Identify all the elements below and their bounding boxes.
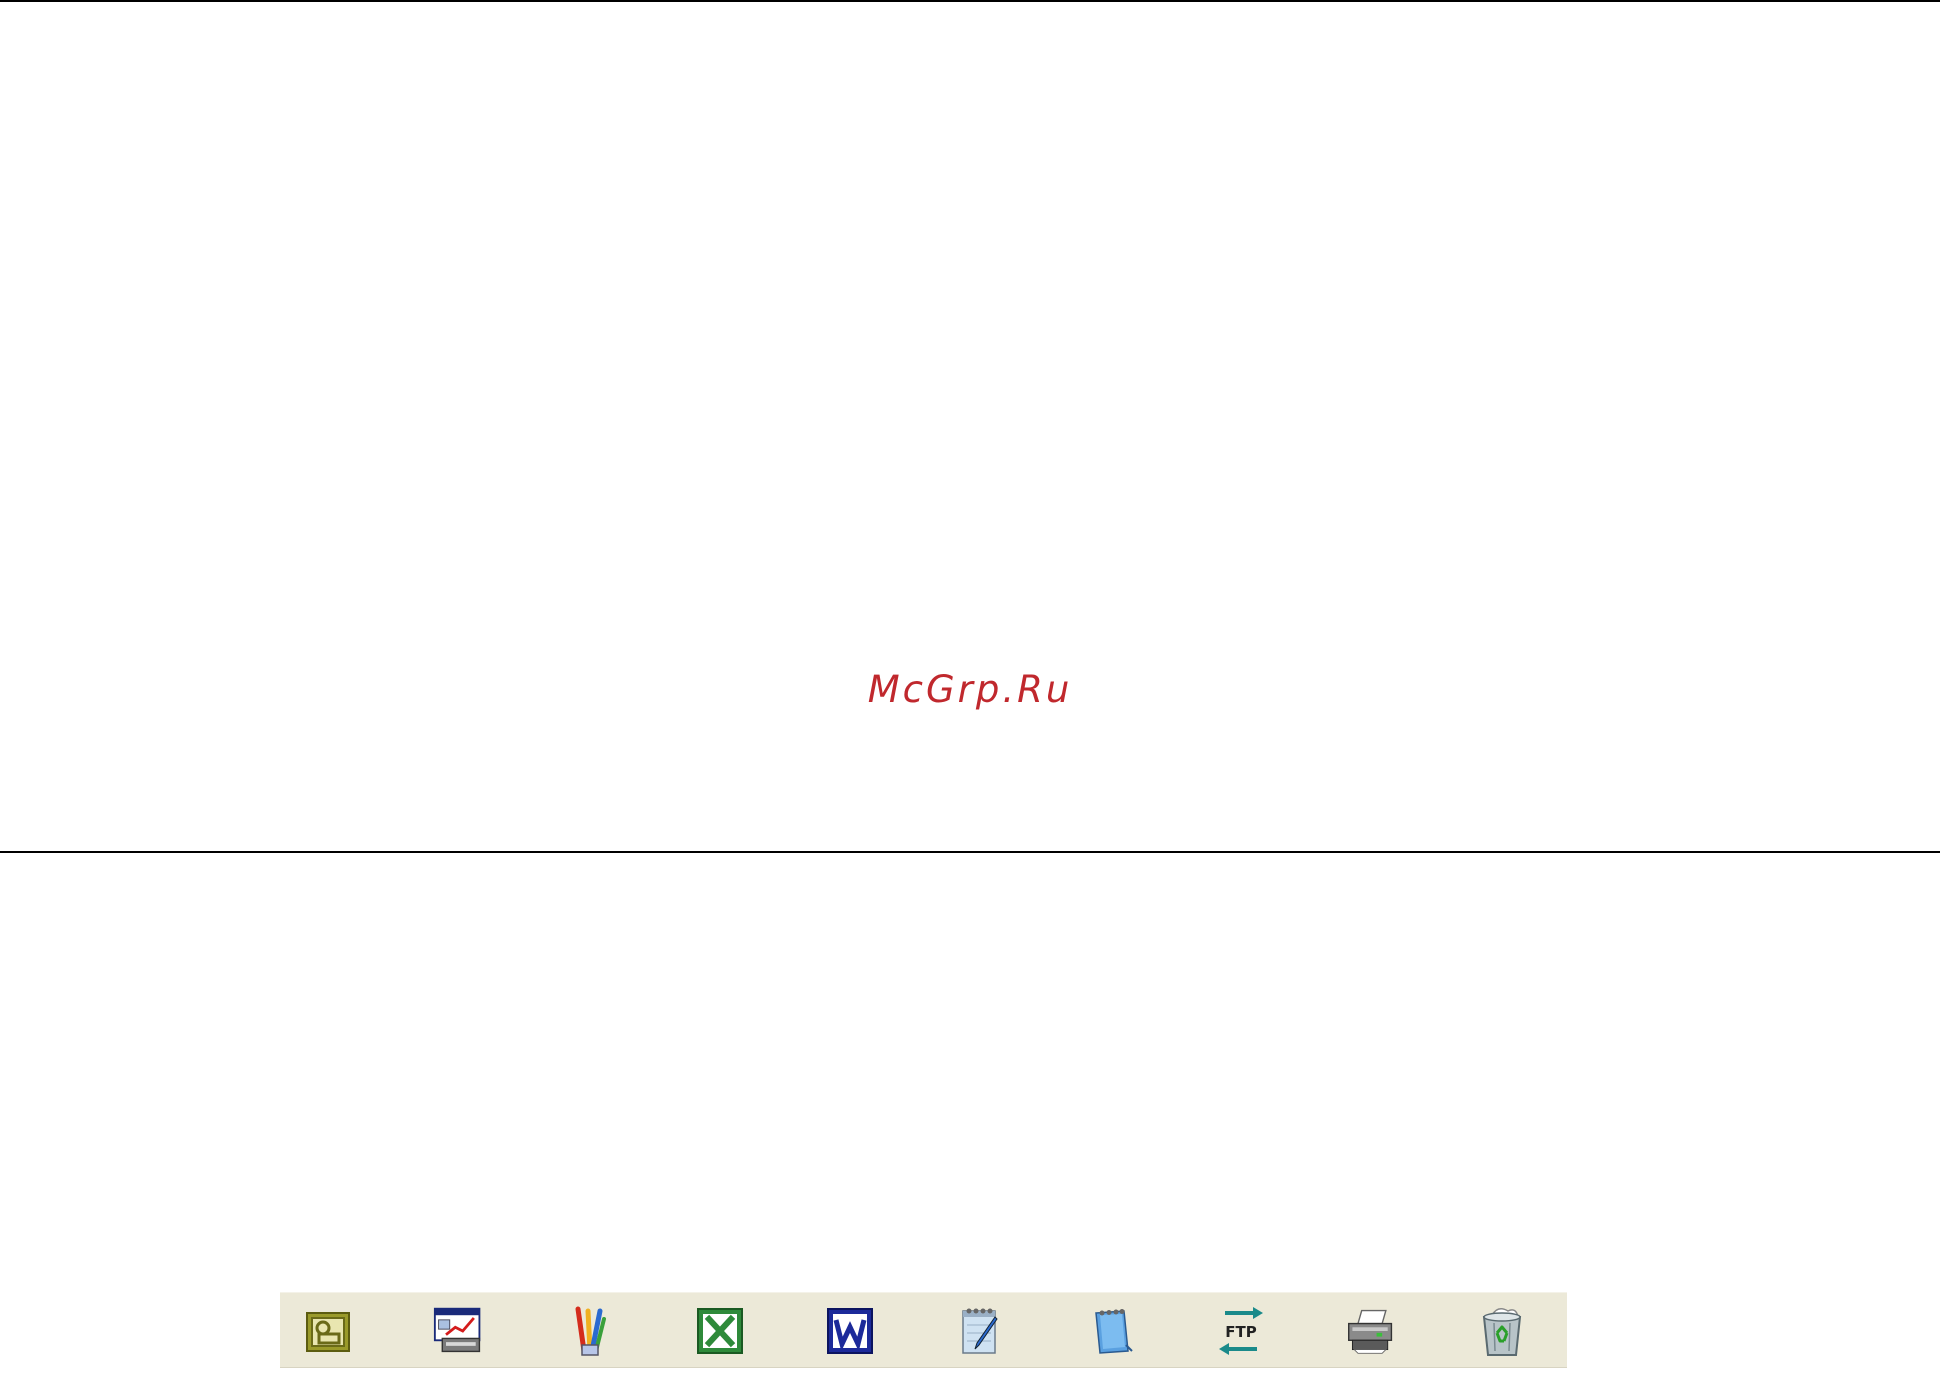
watermark: McGrp.Ru bbox=[867, 668, 1073, 711]
image-viewer-button[interactable] bbox=[303, 1305, 355, 1357]
app-launcher-toolbar: FTP bbox=[280, 1292, 1567, 1368]
recycle-bin-button[interactable] bbox=[1476, 1305, 1528, 1357]
paint-icon bbox=[575, 1306, 606, 1356]
presentation-button[interactable] bbox=[433, 1305, 485, 1357]
printer-button[interactable] bbox=[1345, 1305, 1397, 1357]
spreadsheet-button[interactable] bbox=[694, 1305, 746, 1357]
top-rule bbox=[0, 0, 1940, 2]
image-viewer-icon bbox=[306, 1312, 350, 1352]
printer-icon bbox=[1348, 1309, 1393, 1354]
notebook-button[interactable] bbox=[1085, 1305, 1137, 1357]
paint-button[interactable] bbox=[564, 1305, 616, 1357]
notepad-button[interactable] bbox=[954, 1305, 1006, 1357]
recycle-bin-icon bbox=[1482, 1308, 1522, 1356]
notebook-icon bbox=[1095, 1309, 1133, 1354]
ftp-label: FTP bbox=[1225, 1323, 1256, 1341]
word-processor-button[interactable] bbox=[824, 1305, 876, 1357]
presentation-icon bbox=[433, 1307, 481, 1353]
divider-rule bbox=[0, 851, 1940, 853]
notepad-icon bbox=[962, 1308, 998, 1354]
ftp-icon: FTP bbox=[1219, 1307, 1263, 1355]
ftp-button[interactable]: FTP bbox=[1215, 1305, 1267, 1357]
spreadsheet-icon bbox=[697, 1308, 743, 1354]
word-processor-icon bbox=[827, 1308, 873, 1354]
